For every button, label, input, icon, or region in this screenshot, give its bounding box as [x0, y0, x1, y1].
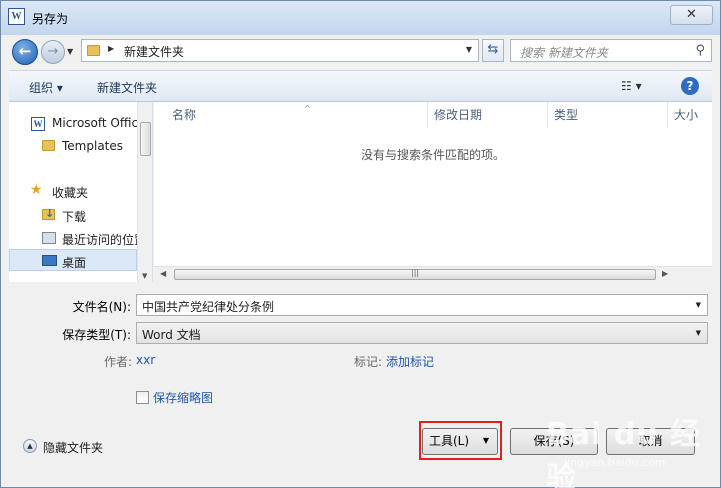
nav-item-label: 下载 [62, 210, 87, 224]
new-folder-button[interactable]: 新建文件夹 [97, 79, 157, 96]
back-button[interactable]: ← [12, 39, 38, 65]
author-value[interactable]: xxr [136, 353, 155, 367]
nav-vertical-scrollbar[interactable]: ▼ [137, 102, 152, 282]
word-app-icon: W [8, 8, 25, 25]
file-list: 名称 ^ 修改日期 类型 大小 没有与搜索条件匹配的项。 ◀ ||| ▶ [154, 102, 712, 282]
filename-input[interactable]: 中国共产党纪律处分条例 ▼ [136, 294, 708, 316]
help-icon[interactable]: ? [681, 77, 699, 95]
nav-item-label: 收藏夹 [52, 186, 89, 200]
forward-button[interactable]: → [41, 40, 65, 64]
save-thumbnail-checkbox[interactable] [136, 391, 149, 404]
horizontal-scrollbar-thumb[interactable]: ||| [174, 268, 656, 280]
column-header-name[interactable]: 名称 ^ [166, 102, 428, 128]
hide-folders-label[interactable]: 隐藏文件夹 [43, 439, 103, 456]
folder-icon [87, 45, 100, 56]
filename-value[interactable]: 中国共产党纪律处分条例 [142, 300, 274, 314]
file-list-horizontal-scrollbar[interactable]: ◀ ||| ▶ [154, 266, 712, 282]
nav-item-desktop[interactable]: 桌面 [9, 249, 137, 271]
search-input[interactable]: 搜索 新建文件夹 [520, 44, 608, 61]
baidu-watermark-logo: Bai du 经验 [546, 417, 702, 488]
forward-arrow-icon: → [47, 44, 59, 59]
nav-item-templates[interactable]: Templates [9, 135, 137, 157]
word-icon: W [31, 117, 45, 131]
folder-icon [42, 140, 55, 151]
filetype-dropdown-icon[interactable]: ▼ [696, 329, 701, 337]
nav-item-label: Templates [62, 139, 124, 153]
author-label: 作者: [104, 355, 133, 369]
nav-item-label: 桌面 [62, 256, 87, 270]
filetype-select[interactable]: Word 文档 ▼ [136, 322, 708, 344]
column-header-type[interactable]: 类型 [548, 102, 668, 128]
save-as-dialog: W 另存为 ✕ ← → ▼ ▶ 新建文件夹 ▼ ⇆ 搜索 新建文件夹 ⚲ 组织 … [0, 0, 721, 488]
recent-places-icon [42, 232, 56, 244]
baidu-watermark-url: jingyan.baidu.com [564, 456, 666, 469]
address-bar[interactable]: ▶ 新建文件夹 ▼ [81, 39, 479, 62]
organize-button[interactable]: 组织 ▾ [29, 79, 63, 96]
search-icon[interactable]: ⚲ [695, 43, 705, 58]
column-header-modified[interactable]: 修改日期 [428, 102, 548, 128]
nav-item-label: 最近访问的位置 [62, 233, 137, 247]
address-dropdown-icon[interactable]: ▼ [466, 45, 472, 54]
nav-item-label: Microsoft Office [52, 116, 137, 130]
empty-list-message: 没有与搜索条件匹配的项。 [360, 148, 505, 162]
hide-folders-toggle-icon[interactable]: ▲ [23, 439, 37, 453]
scroll-grip-icon: ||| [411, 268, 420, 277]
dialog-title: 另存为 [32, 12, 69, 26]
desktop-icon [42, 255, 57, 266]
filename-label: 文件名(N): [72, 300, 131, 314]
nav-item-downloads[interactable]: 下载 [9, 204, 137, 226]
add-tags-link[interactable]: 添加标记 [386, 353, 434, 370]
download-folder-icon [42, 207, 55, 220]
star-icon: ★ [30, 182, 43, 198]
recent-locations-dropdown[interactable]: ▼ [67, 47, 73, 56]
save-thumbnail-label[interactable]: 保存缩略图 [153, 389, 213, 406]
breadcrumb-arrow-icon[interactable]: ▶ [108, 44, 114, 53]
scroll-right-icon[interactable]: ▶ [662, 269, 668, 278]
command-toolbar: 组织 ▾ 新建文件夹 ☷ ▾ ? [9, 70, 712, 102]
tools-highlight-box [419, 421, 502, 460]
refresh-button[interactable]: ⇆ [482, 39, 504, 62]
column-header-size[interactable]: 大小 [668, 102, 712, 128]
refresh-icon: ⇆ [487, 42, 499, 57]
title-bar: W 另存为 ✕ [1, 1, 720, 35]
nav-item-microsoft-office[interactable]: W Microsoft Office [9, 112, 137, 134]
scroll-left-icon[interactable]: ◀ [160, 269, 166, 278]
filename-dropdown-icon[interactable]: ▼ [696, 301, 701, 309]
column-header-label: 名称 [172, 108, 197, 122]
nav-item-recent-places[interactable]: 最近访问的位置 [9, 227, 137, 249]
nav-item-favorites[interactable]: ★ 收藏夹 [9, 180, 137, 202]
close-button[interactable]: ✕ [670, 5, 713, 25]
search-box[interactable]: 搜索 新建文件夹 ⚲ [510, 39, 712, 62]
view-options-icon[interactable]: ☷ ▾ [621, 79, 642, 93]
filetype-value: Word 文档 [142, 328, 201, 342]
navigation-pane: W Microsoft Office Templates ★ 收藏夹 下载 最近… [9, 102, 153, 282]
tags-label: 标记: [354, 355, 383, 369]
address-path[interactable]: 新建文件夹 [124, 43, 184, 60]
back-arrow-icon: ← [18, 42, 32, 60]
scroll-down-icon[interactable]: ▼ [142, 272, 147, 280]
filetype-label: 保存类型(T): [62, 328, 131, 342]
nav-scrollbar-thumb[interactable] [140, 122, 151, 156]
sort-caret-icon: ^ [304, 104, 311, 113]
